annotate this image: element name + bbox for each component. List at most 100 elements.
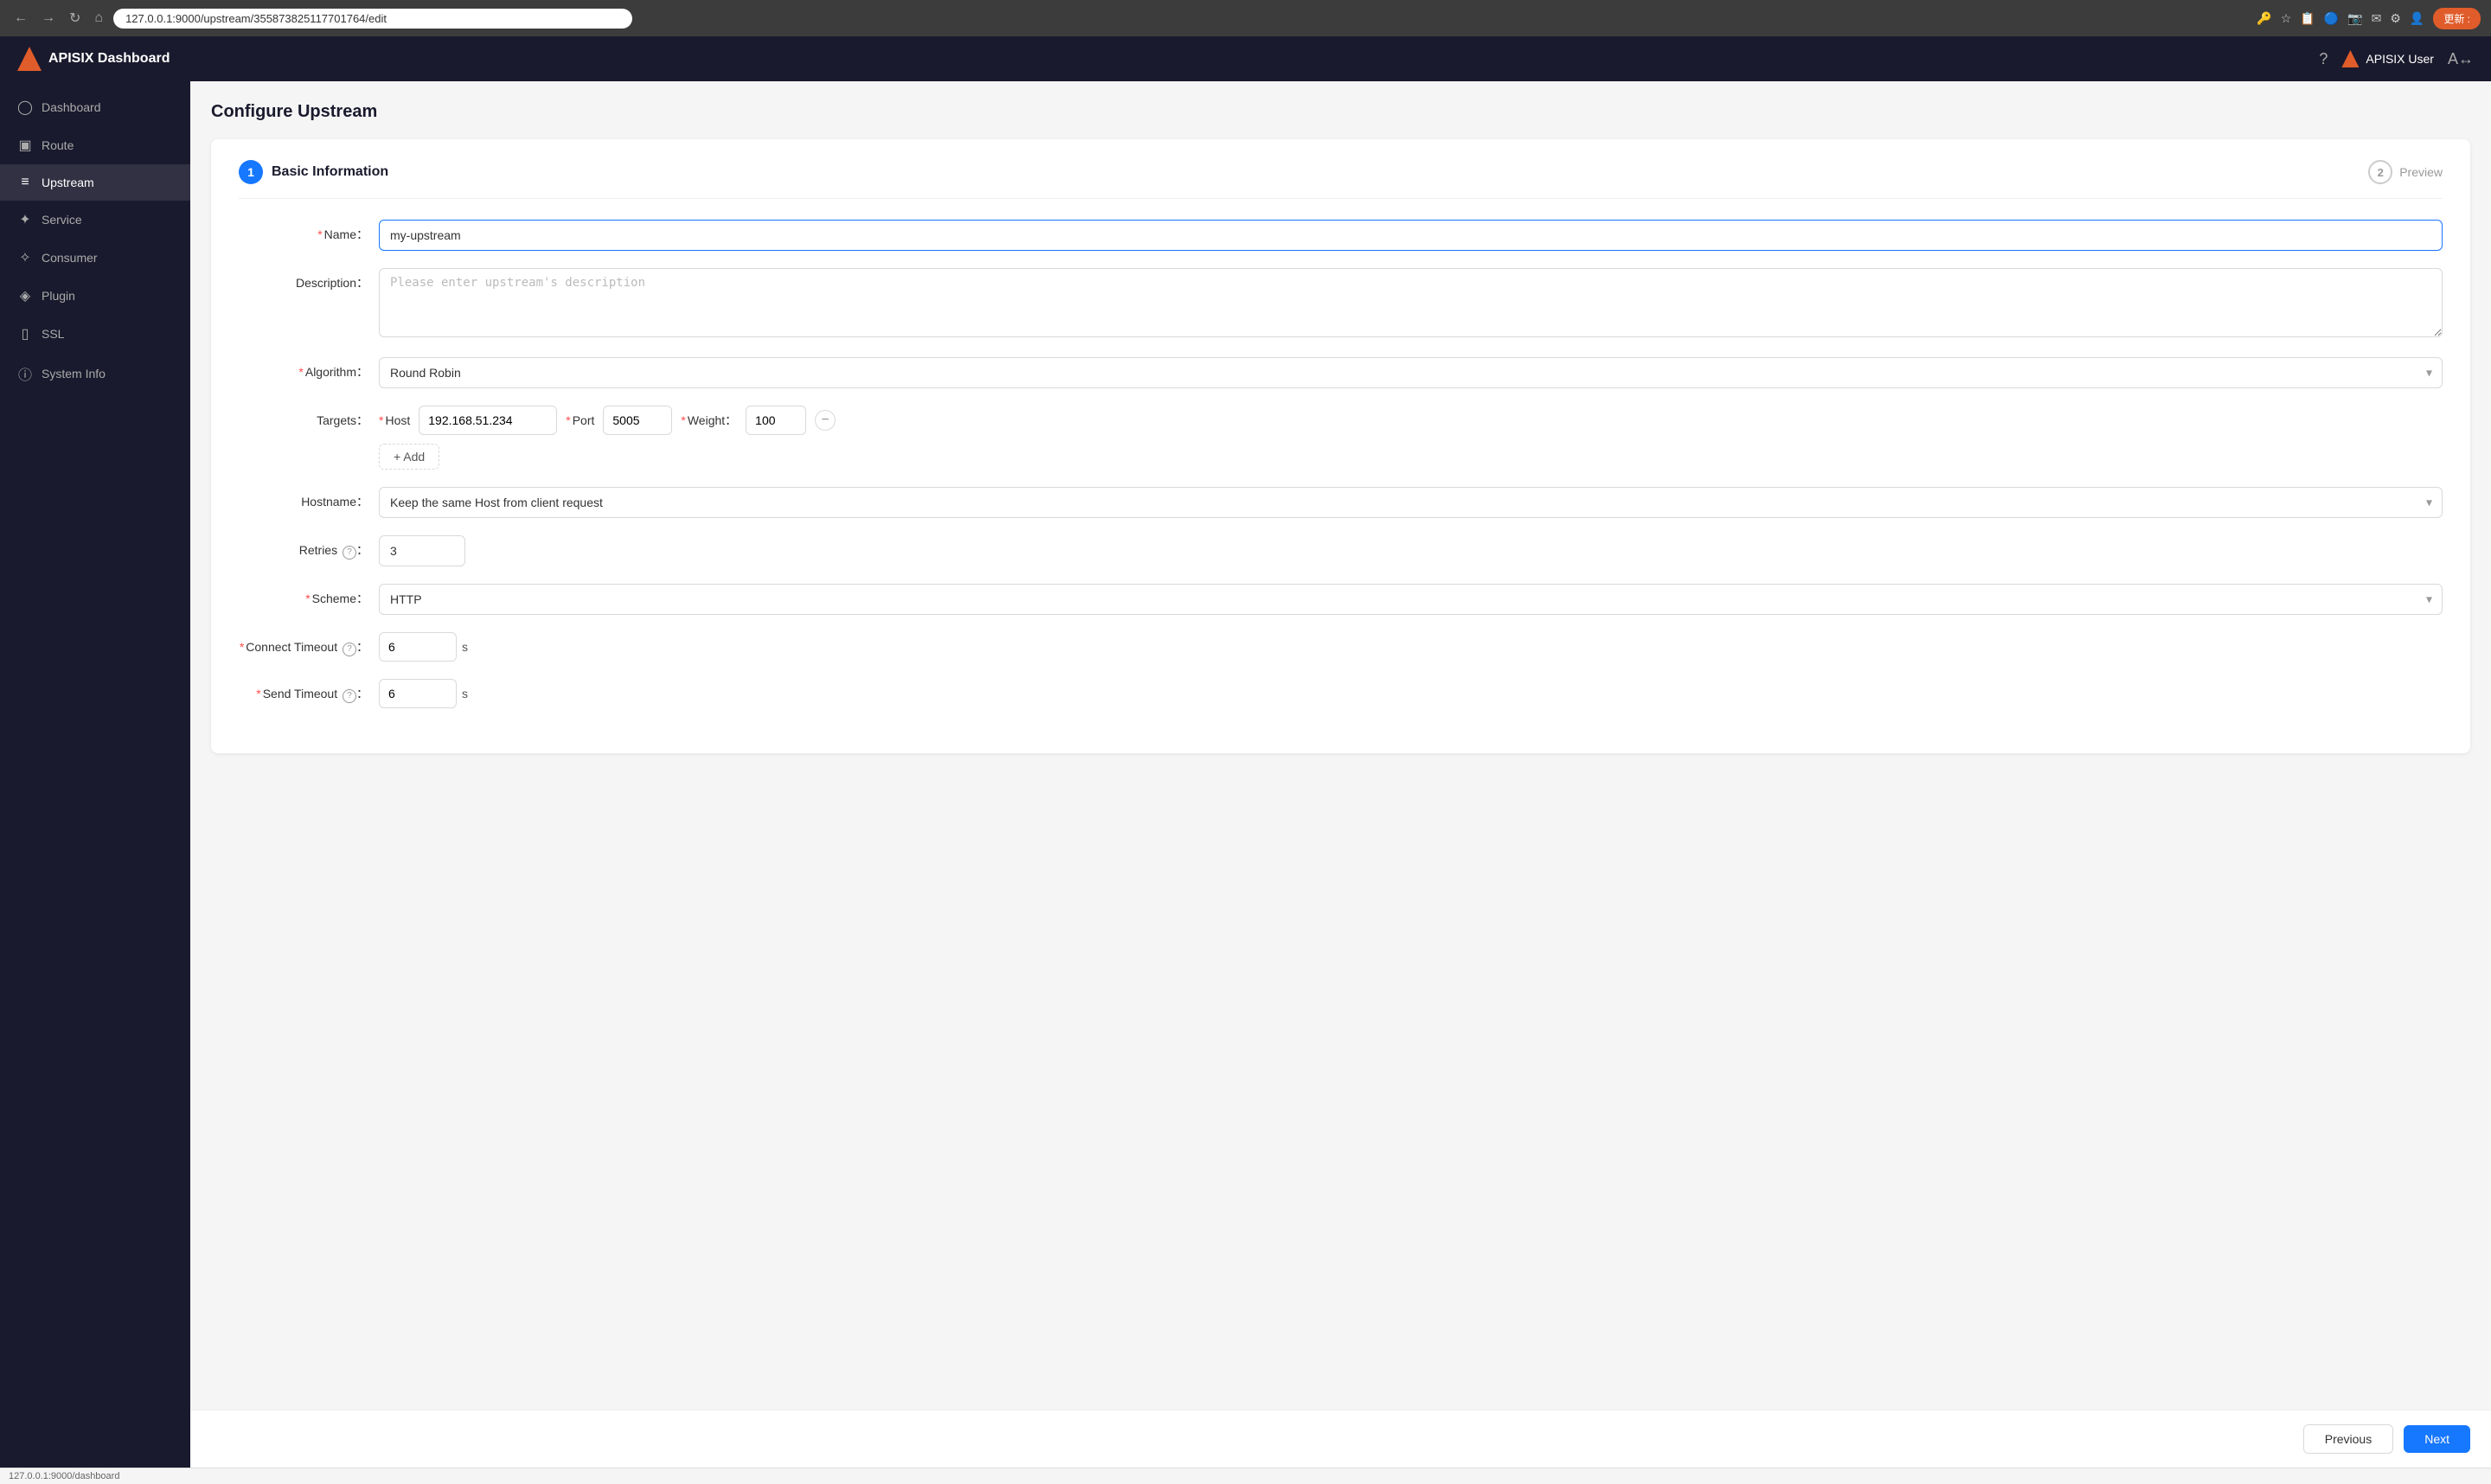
sidebar-label-ssl: SSL (42, 327, 64, 341)
scheme-select[interactable]: HTTP HTTPS gRPC gRPCS (379, 584, 2443, 615)
consumer-icon: ✧ (17, 249, 33, 266)
apisix-logo-small (2341, 50, 2359, 67)
send-timeout-control: s (379, 679, 2443, 708)
sidebar-item-route[interactable]: ▣ Route (0, 126, 190, 164)
sidebar-item-ssl[interactable]: ▯ SSL (0, 315, 190, 353)
service-icon: ✦ (17, 211, 33, 228)
key-icon: 🔑 (2257, 11, 2271, 26)
sidebar-label-system-info: System Info (42, 367, 106, 381)
forward-button[interactable]: → (38, 7, 59, 29)
translate-icon[interactable]: A↔ (2448, 50, 2474, 68)
step1-indicator: 1 Basic Information (239, 160, 388, 184)
name-control (379, 220, 2443, 251)
connect-timeout-suffix: s (462, 640, 468, 654)
step-header: 1 Basic Information 2 Preview (239, 160, 2443, 199)
weight-label: *Weight： (681, 412, 737, 429)
sidebar-label-service: Service (42, 213, 82, 227)
retries-row: Retries ?： (239, 535, 2443, 566)
connect-timeout-row: *Connect Timeout ?： s (239, 632, 2443, 662)
sidebar-label-dashboard: Dashboard (42, 100, 101, 114)
system-info-icon: ⓘ (17, 363, 33, 384)
step1-title: Basic Information (272, 164, 388, 180)
remove-target-button[interactable]: − (815, 410, 836, 431)
connect-timeout-input-group: s (379, 632, 2443, 662)
dashboard-icon: ◯ (17, 99, 33, 116)
back-button[interactable]: ← (10, 7, 31, 29)
algorithm-control: Round Robin Least Connections IP Hash EW… (379, 357, 2443, 388)
main-layout: ◯ Dashboard ▣ Route ≡ Upstream ✦ Service… (0, 81, 2491, 1468)
port-input[interactable] (603, 406, 672, 435)
send-timeout-input[interactable] (379, 679, 457, 708)
sidebar-item-consumer[interactable]: ✧ Consumer (0, 239, 190, 277)
ext1-icon: 📋 (2300, 11, 2315, 26)
sidebar-item-upstream[interactable]: ≡ Upstream (0, 164, 190, 201)
user-name: APISIX User (2366, 52, 2434, 66)
host-label: *Host (379, 413, 410, 427)
targets-row: Targets： *Host *Port (239, 406, 2443, 470)
help-icon[interactable]: ? (2319, 50, 2328, 68)
ext2-icon: 🔵 (2324, 11, 2339, 26)
sidebar-item-service[interactable]: ✦ Service (0, 201, 190, 239)
browser-chrome: ← → ↻ ⌂ 127.0.0.1:9000/upstream/35587382… (0, 0, 2491, 36)
sidebar-item-plugin[interactable]: ◈ Plugin (0, 277, 190, 315)
scheme-select-wrapper: HTTP HTTPS gRPC gRPCS (379, 584, 2443, 615)
send-timeout-suffix: s (462, 687, 468, 700)
targets-input-row: *Host *Port *Weight： − (379, 406, 2443, 435)
ext3-icon: 📷 (2347, 11, 2362, 26)
sidebar: ◯ Dashboard ▣ Route ≡ Upstream ✦ Service… (0, 81, 190, 1468)
step2-indicator: 2 Preview (2368, 160, 2443, 184)
send-timeout-info-icon: ? (343, 689, 356, 703)
connect-timeout-control: s (379, 632, 2443, 662)
step2-title: Preview (2399, 165, 2443, 179)
algorithm-label: *Algorithm： (239, 357, 368, 381)
logo-area: APISIX Dashboard (17, 47, 170, 71)
retries-label: Retries ?： (239, 535, 368, 560)
user-circle-icon: 👤 (2410, 11, 2424, 26)
status-url: 127.0.0.1:9000/dashboard (9, 1471, 119, 1481)
update-button[interactable]: 更新 : (2433, 8, 2481, 29)
connect-timeout-label: *Connect Timeout ?： (239, 632, 368, 656)
hostname-select[interactable]: Keep the same Host from client request U… (379, 487, 2443, 518)
step1-circle: 1 (239, 160, 263, 184)
sidebar-item-system-info[interactable]: ⓘ System Info (0, 353, 190, 394)
name-input[interactable] (379, 220, 2443, 251)
address-bar[interactable]: 127.0.0.1:9000/upstream/3558738251177017… (113, 9, 632, 29)
name-label: *Name： (239, 220, 368, 243)
retries-input[interactable] (379, 535, 465, 566)
step2-circle: 2 (2368, 160, 2392, 184)
connect-timeout-info-icon: ? (343, 643, 356, 656)
ext5-icon: ⚙ (2390, 11, 2401, 26)
browser-toolbar: 🔑 ☆ 📋 🔵 📷 ✉ ⚙ 👤 更新 : (2257, 8, 2481, 29)
scheme-row: *Scheme： HTTP HTTPS gRPC gRPCS (239, 584, 2443, 615)
next-button[interactable]: Next (2404, 1425, 2470, 1453)
host-input[interactable] (419, 406, 557, 435)
route-icon: ▣ (17, 137, 33, 154)
sidebar-label-plugin: Plugin (42, 289, 75, 303)
algorithm-select[interactable]: Round Robin Least Connections IP Hash EW… (379, 357, 2443, 388)
logo-icon (17, 47, 42, 71)
plugin-icon: ◈ (17, 287, 33, 304)
hostname-select-wrapper: Keep the same Host from client request U… (379, 487, 2443, 518)
bottom-navigation: Previous Next (190, 1410, 2491, 1468)
reload-button[interactable]: ↻ (66, 6, 84, 30)
add-target-button[interactable]: + Add (379, 444, 439, 470)
send-timeout-input-group: s (379, 679, 2443, 708)
home-button[interactable]: ⌂ (91, 7, 106, 29)
ext4-icon: ✉ (2372, 11, 2382, 26)
app-header: APISIX Dashboard ? APISIX User A↔ (0, 36, 2491, 81)
retries-info-icon: ? (343, 546, 356, 560)
connect-timeout-input[interactable] (379, 632, 457, 662)
previous-button[interactable]: Previous (2303, 1424, 2393, 1454)
port-label: *Port (566, 413, 594, 427)
sidebar-item-dashboard[interactable]: ◯ Dashboard (0, 88, 190, 126)
description-row: Description： (239, 268, 2443, 340)
algorithm-select-wrapper: Round Robin Least Connections IP Hash EW… (379, 357, 2443, 388)
targets-control: *Host *Port *Weight： − (379, 406, 2443, 470)
description-input[interactable] (379, 268, 2443, 337)
sidebar-label-consumer: Consumer (42, 251, 98, 265)
header-right: ? APISIX User A↔ (2319, 50, 2474, 68)
weight-input[interactable] (746, 406, 806, 435)
hostname-label: Hostname： (239, 487, 368, 510)
status-bar: 127.0.0.1:9000/dashboard (0, 1468, 2491, 1484)
name-row: *Name： (239, 220, 2443, 251)
